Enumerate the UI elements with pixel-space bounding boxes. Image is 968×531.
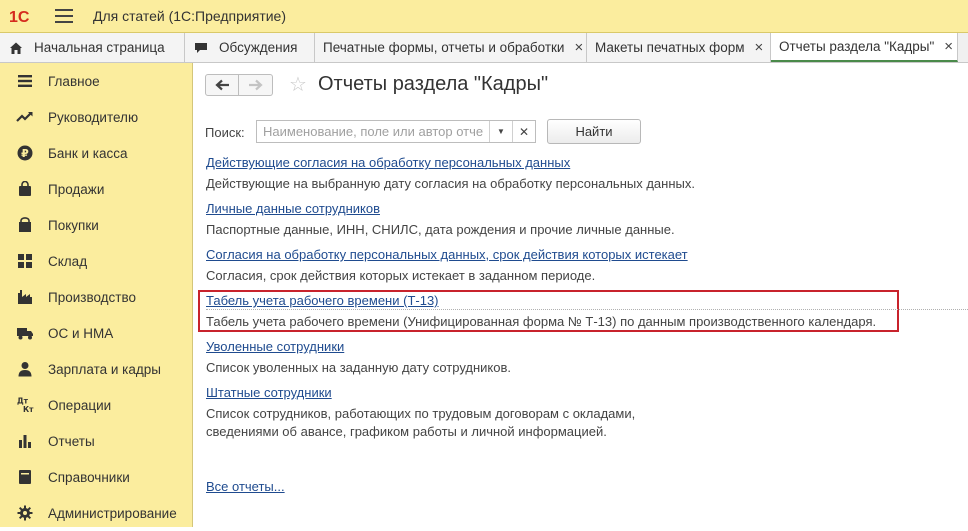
tab-label: Обсуждения (219, 40, 298, 55)
report-link[interactable]: Согласия на обработку персональных данны… (206, 247, 688, 262)
tab-print-forms[interactable]: Печатные формы, отчеты и обработки × (315, 33, 587, 62)
report-description: Список сотрудников, работающих по трудов… (206, 406, 636, 439)
sidebar-item-label: Покупки (48, 217, 99, 233)
factory-icon (16, 288, 34, 306)
nav-buttons (205, 74, 273, 96)
sidebar-item-label: Руководителю (48, 109, 139, 125)
report-description: Паспортные данные, ИНН, СНИЛС, дата рожд… (206, 222, 675, 237)
sidebar-item-manager[interactable]: Руководителю (0, 99, 192, 135)
chevron-down-icon[interactable]: ▼ (489, 121, 512, 142)
sidebar-item-label: Операции (48, 397, 112, 413)
report-item: Действующие согласия на обработку персон… (206, 155, 695, 193)
bag-icon (16, 180, 34, 198)
tab-label: Печатные формы, отчеты и обработки (323, 40, 565, 55)
main-content: ☆ Отчеты раздела "Кадры" Поиск: ▼ ✕ Найт… (193, 63, 968, 527)
tab-print-templates[interactable]: Макеты печатных форм × (587, 33, 771, 62)
sidebar-item-label: Банк и касса (48, 145, 128, 161)
sidebar-item-label: Главное (48, 73, 100, 89)
search-input[interactable] (257, 121, 489, 142)
close-icon[interactable]: × (755, 39, 764, 56)
truck-icon (16, 324, 34, 342)
report-description: Действующие на выбранную дату согласия н… (206, 176, 695, 191)
search-label: Поиск: (205, 125, 245, 140)
list-icon (16, 72, 34, 90)
trend-icon (16, 108, 34, 126)
sidebar-item-label: Администрирование (48, 505, 177, 521)
sidebar-item-operations[interactable]: Дт Кт Операции (0, 387, 192, 423)
svg-text:1С: 1С (9, 9, 30, 25)
book-icon (16, 468, 34, 486)
tab-hr-reports[interactable]: Отчеты раздела "Кадры" × (771, 33, 958, 62)
find-button[interactable]: Найти (547, 119, 641, 144)
forward-button[interactable] (239, 74, 273, 96)
report-item: Штатные сотрудники Список сотрудников, р… (206, 385, 635, 441)
tab-home[interactable]: Начальная страница (0, 33, 185, 62)
sidebar-item-fixed-assets[interactable]: ОС и НМА (0, 315, 192, 351)
window-title: Для статей (1С:Предприятие) (93, 8, 286, 24)
sidebar-item-label: Склад (48, 253, 88, 269)
sidebar-item-reports[interactable]: Отчеты (0, 423, 192, 459)
close-icon[interactable]: × (574, 39, 583, 56)
1c-logo: 1С (9, 7, 45, 25)
home-icon (8, 40, 24, 56)
report-link[interactable]: Уволенные сотрудники (206, 339, 344, 354)
sidebar-item-main[interactable]: Главное (0, 63, 192, 99)
back-button[interactable] (205, 74, 239, 96)
hamburger-menu-icon[interactable] (55, 9, 73, 23)
report-description: Согласия, срок действия которых истекает… (206, 268, 596, 283)
sidebar-item-production[interactable]: Производство (0, 279, 192, 315)
report-link[interactable]: Действующие согласия на обработку персон… (206, 155, 570, 170)
sidebar-item-administration[interactable]: Администрирование (0, 495, 192, 531)
bar-chart-icon (16, 432, 34, 450)
chat-icon (193, 40, 209, 56)
search-field: ▼ ✕ (256, 120, 536, 143)
sidebar-item-label: Зарплата и кадры (48, 361, 161, 377)
arrow-right-icon (248, 79, 263, 91)
tab-discussions[interactable]: Обсуждения (185, 33, 315, 62)
gear-icon (16, 504, 34, 522)
sidebar-item-directories[interactable]: Справочники (0, 459, 192, 495)
report-link[interactable]: Табель учета рабочего времени (Т-13) (206, 293, 439, 308)
tab-label: Макеты печатных форм (595, 40, 745, 55)
report-item: Уволенные сотрудники Список уволенных на… (206, 339, 511, 377)
sidebar-item-label: Продажи (48, 181, 105, 197)
arrow-left-icon (215, 79, 229, 91)
tab-label: Отчеты раздела "Кадры" (779, 39, 935, 54)
sidebar-item-sales[interactable]: Продажи (0, 171, 192, 207)
dt-kt-icon: Дт Кт (16, 396, 34, 415)
title-bar: 1С Для статей (1С:Предприятие) (0, 0, 968, 33)
report-link[interactable]: Штатные сотрудники (206, 385, 332, 400)
report-description: Список уволенных на заданную дату сотруд… (206, 360, 511, 375)
sidebar-item-label: Отчеты (48, 433, 95, 449)
clear-icon[interactable]: ✕ (512, 121, 535, 142)
all-reports-link[interactable]: Все отчеты... (206, 479, 285, 494)
close-icon[interactable]: × (944, 38, 953, 55)
sidebar-item-bank[interactable]: ₽ Банк и касса (0, 135, 192, 171)
report-item: Согласия на обработку персональных данны… (206, 247, 688, 285)
tab-label: Начальная страница (34, 40, 165, 55)
svg-text:₽: ₽ (21, 147, 29, 160)
page-title: Отчеты раздела "Кадры" (318, 73, 549, 95)
svg-text:Кт: Кт (23, 405, 34, 414)
report-link[interactable]: Личные данные сотрудников (206, 201, 380, 216)
report-item-highlighted: Табель учета рабочего времени (Т-13) Таб… (206, 293, 876, 331)
favorite-star-icon[interactable]: ☆ (289, 74, 307, 96)
sidebar-item-label: Производство (48, 289, 137, 305)
ruble-icon: ₽ (16, 144, 34, 162)
cart-icon (16, 216, 34, 234)
tab-bar: Начальная страница Обсуждения Печатные ф… (0, 33, 968, 63)
sidebar-item-label: ОС и НМА (48, 325, 114, 341)
report-description: Табель учета рабочего времени (Унифициро… (206, 314, 877, 329)
sidebar-item-salary-hr[interactable]: Зарплата и кадры (0, 351, 192, 387)
sidebar: Главное Руководителю ₽ Банк и касса Прод… (0, 63, 193, 527)
grid-icon (16, 252, 34, 270)
sidebar-item-purchases[interactable]: Покупки (0, 207, 192, 243)
person-icon (16, 360, 34, 378)
sidebar-item-label: Справочники (48, 469, 130, 485)
report-item: Личные данные сотрудников Паспортные дан… (206, 201, 675, 239)
sidebar-item-warehouse[interactable]: Склад (0, 243, 192, 279)
